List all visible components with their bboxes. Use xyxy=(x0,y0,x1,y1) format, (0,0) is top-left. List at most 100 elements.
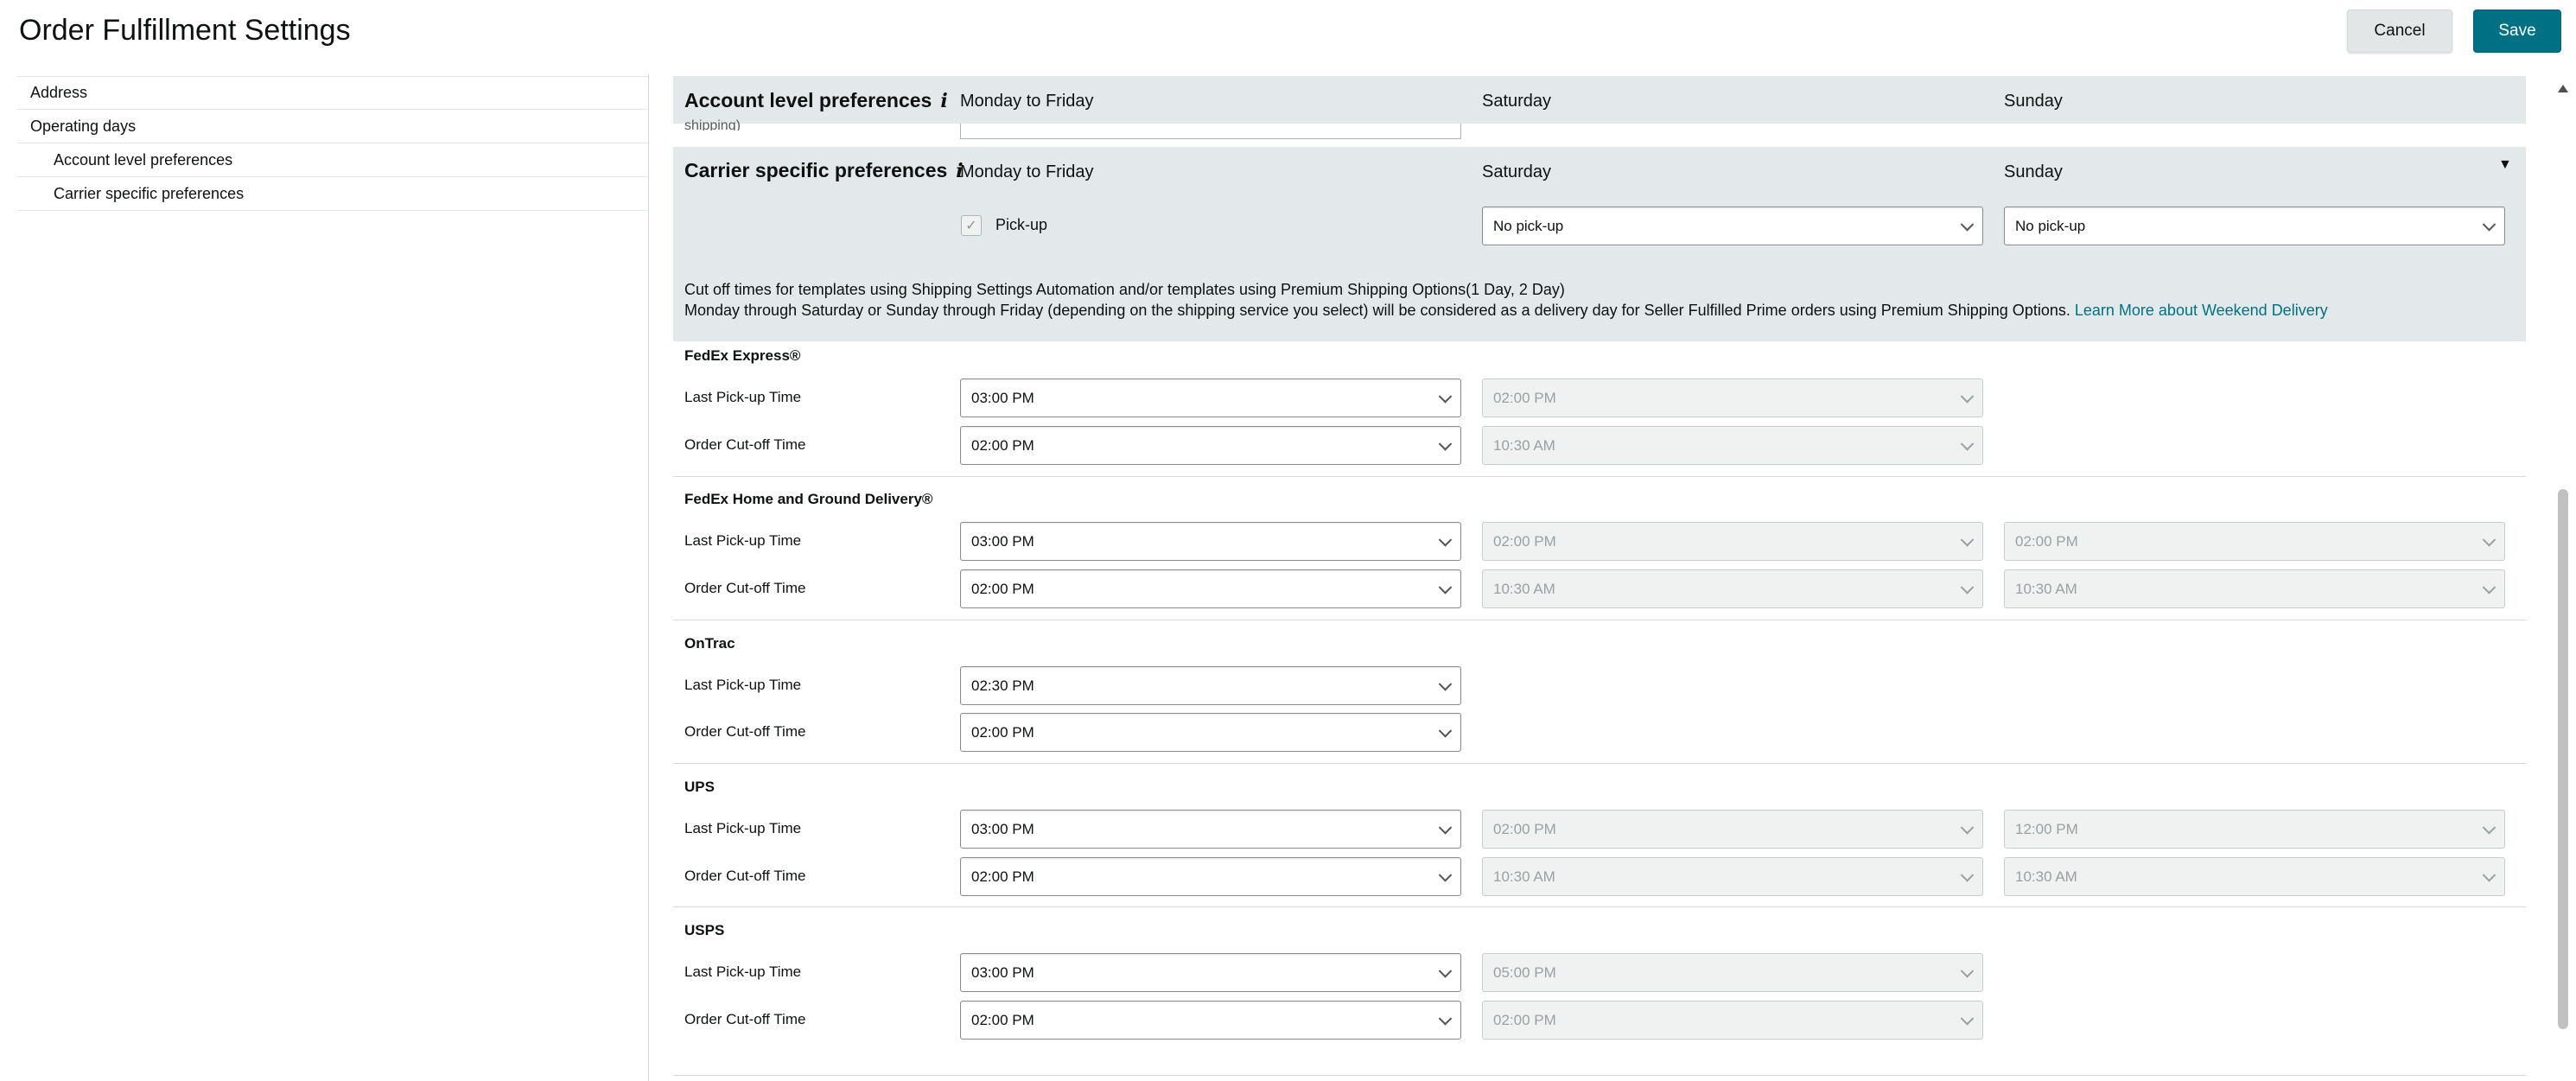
fedex-express-cutoff-weekday-select[interactable]: 02:00 PM xyxy=(960,426,1461,465)
sidebar-item-label: Address xyxy=(30,84,88,101)
last-pickup-time-label: Last Pick-up Time xyxy=(684,820,802,836)
fedex-express-pickup-weekday-select[interactable]: 03:00 PM xyxy=(960,378,1461,417)
chevron-down-icon xyxy=(2482,868,2496,882)
fedex-express-pickup-saturday-select: 02:00 PM xyxy=(1482,378,1983,417)
column-monday-to-friday: Monday to Friday xyxy=(960,162,1094,181)
column-sunday: Sunday xyxy=(2004,162,2063,181)
fedex-ground-pickup-saturday-select: 02:00 PM xyxy=(1482,522,1983,561)
chevron-down-icon xyxy=(1960,389,1975,404)
ups-cutoff-saturday-select: 10:30 AM xyxy=(1482,857,1983,896)
chevron-down-icon xyxy=(1438,868,1453,882)
order-cutoff-time-label: Order Cut-off Time xyxy=(684,436,806,453)
ups-cutoff-sunday-select: 10:30 AM xyxy=(2004,857,2505,896)
delivery-day-text: Monday through Saturday or Sunday throug… xyxy=(684,302,2328,319)
chevron-down-icon xyxy=(1438,820,1453,835)
sidebar-nav: Address Operating days Account level pre… xyxy=(17,76,648,211)
usps-cutoff-saturday-select: 02:00 PM xyxy=(1482,1001,1983,1040)
vertical-scrollbar[interactable] xyxy=(2550,74,2576,1081)
sidebar-item-label: Operating days xyxy=(30,117,137,135)
chevron-down-icon xyxy=(1438,532,1453,547)
section-divider xyxy=(673,763,2526,764)
account-preferences-header: Account level preferences i Monday to Fri… xyxy=(673,76,2526,139)
page-header: Order Fulfillment Settings Cancel Save xyxy=(0,0,2576,74)
carrier-name-fedex-home-ground: FedEx Home and Ground Delivery® xyxy=(684,491,933,507)
chevron-down-icon xyxy=(1960,217,1975,232)
last-pickup-time-label: Last Pick-up Time xyxy=(684,532,802,549)
order-cutoff-time-label: Order Cut-off Time xyxy=(684,1011,806,1027)
chevron-down-icon xyxy=(1960,820,1975,835)
fedex-express-cutoff-saturday-select: 10:30 AM xyxy=(1482,426,1983,465)
chevron-down-icon xyxy=(1960,532,1975,547)
ups-pickup-weekday-select[interactable]: 03:00 PM xyxy=(960,810,1461,849)
order-cutoff-time-label: Order Cut-off Time xyxy=(684,580,806,596)
saturday-pickup-select[interactable]: No pick-up xyxy=(1482,207,1983,245)
chevron-down-icon xyxy=(1438,723,1453,738)
sunday-pickup-select[interactable]: No pick-up xyxy=(2004,207,2505,245)
main-content: Account level preferences i Monday to Fri… xyxy=(673,74,2526,1081)
ups-cutoff-weekday-select[interactable]: 02:00 PM xyxy=(960,857,1461,896)
usps-cutoff-weekday-select[interactable]: 02:00 PM xyxy=(960,1001,1461,1040)
scroll-up-arrow-icon[interactable] xyxy=(2558,85,2568,92)
carrier-name-ups: UPS xyxy=(684,779,715,795)
chevron-down-icon xyxy=(2482,820,2496,835)
ontrac-cutoff-weekday-select[interactable]: 02:00 PM xyxy=(960,713,1461,752)
last-pickup-time-label: Last Pick-up Time xyxy=(684,963,802,980)
chevron-down-icon xyxy=(1438,389,1453,404)
sidebar-item-label: Account level preferences xyxy=(54,150,233,169)
column-saturday: Saturday xyxy=(1482,162,1552,181)
carrier-preferences-title: Carrier specific preferences i xyxy=(684,159,964,182)
chevron-down-icon xyxy=(1960,963,1975,978)
sidebar-item-carrier-specific-preferences[interactable]: Carrier specific preferences xyxy=(17,177,648,211)
carrier-name-ontrac: OnTrac xyxy=(684,635,735,652)
sidebar-item-operating-days[interactable]: Operating days xyxy=(17,110,648,143)
ups-pickup-saturday-select: 02:00 PM xyxy=(1482,810,1983,849)
sidebar-item-label: Carrier specific preferences xyxy=(54,184,245,202)
cutoff-intro-text: Cut off times for templates using Shippi… xyxy=(684,281,1565,298)
collapse-arrow-icon[interactable]: ▼ xyxy=(2498,157,2512,173)
column-sunday: Sunday xyxy=(2004,92,2063,111)
order-cutoff-time-label: Order Cut-off Time xyxy=(684,723,806,740)
clipped-select xyxy=(960,124,1461,139)
clipped-text: shipping) xyxy=(684,118,741,130)
fedex-ground-cutoff-sunday-select: 10:30 AM xyxy=(2004,569,2505,608)
scrollbar-thumb[interactable] xyxy=(2558,489,2568,1029)
pickup-checkbox[interactable]: ✓ xyxy=(961,215,982,236)
chevron-down-icon xyxy=(1960,1011,1975,1026)
carrier-name-usps: USPS xyxy=(684,922,725,938)
sidebar-divider xyxy=(648,74,649,1081)
fedex-ground-cutoff-weekday-select[interactable]: 02:00 PM xyxy=(960,569,1461,608)
section-divider xyxy=(673,1075,2526,1076)
info-icon[interactable]: i xyxy=(940,90,947,112)
chevron-down-icon xyxy=(1960,580,1975,595)
column-saturday: Saturday xyxy=(1482,92,1552,111)
carrier-name-fedex-express: FedEx Express® xyxy=(684,347,801,364)
account-preferences-title: Account level preferences i xyxy=(684,89,948,112)
usps-pickup-saturday-select: 05:00 PM xyxy=(1482,953,1983,992)
chevron-down-icon xyxy=(1438,436,1453,451)
cancel-button[interactable]: Cancel xyxy=(2347,10,2452,53)
fedex-ground-pickup-weekday-select[interactable]: 03:00 PM xyxy=(960,522,1461,561)
last-pickup-time-label: Last Pick-up Time xyxy=(684,677,802,693)
chevron-down-icon xyxy=(2482,580,2496,595)
fedex-ground-pickup-sunday-select: 02:00 PM xyxy=(2004,522,2505,561)
usps-pickup-weekday-select[interactable]: 03:00 PM xyxy=(960,953,1461,992)
column-monday-to-friday: Monday to Friday xyxy=(960,92,1094,111)
save-button[interactable]: Save xyxy=(2473,10,2561,53)
chevron-down-icon xyxy=(1438,580,1453,595)
chevron-down-icon xyxy=(2482,217,2496,232)
section-divider xyxy=(673,476,2526,477)
chevron-down-icon xyxy=(2482,532,2496,547)
chevron-down-icon xyxy=(1438,677,1453,691)
learn-more-weekend-delivery-link[interactable]: Learn More about Weekend Delivery xyxy=(2075,302,2328,319)
ups-pickup-sunday-select: 12:00 PM xyxy=(2004,810,2505,849)
chevron-down-icon xyxy=(1438,963,1453,978)
section-divider xyxy=(673,906,2526,907)
order-cutoff-time-label: Order Cut-off Time xyxy=(684,868,806,884)
ontrac-pickup-weekday-select[interactable]: 02:30 PM xyxy=(960,666,1461,705)
chevron-down-icon xyxy=(1960,436,1975,451)
sidebar-item-address[interactable]: Address xyxy=(17,76,648,110)
sidebar-item-account-level-preferences[interactable]: Account level preferences xyxy=(17,143,648,177)
pickup-label: Pick-up xyxy=(995,216,1048,233)
chevron-down-icon xyxy=(1960,868,1975,882)
fedex-ground-cutoff-saturday-select: 10:30 AM xyxy=(1482,569,1983,608)
